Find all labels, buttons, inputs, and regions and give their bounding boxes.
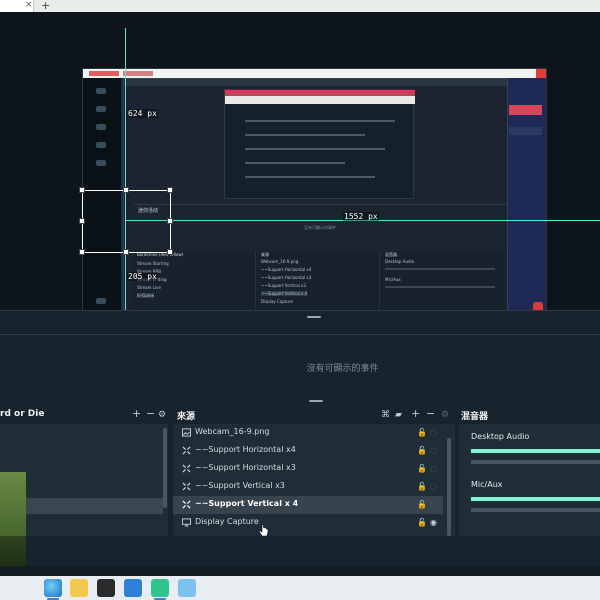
- events-dock: 沒有可顯示的事件: [0, 334, 600, 400]
- obs-studio-window: × + 迷你活动 没有可顯示的事件 Borderline (Red Yellow…: [0, 0, 600, 600]
- new-tab-icon[interactable]: +: [41, 0, 50, 11]
- captured-obs-window: 迷你活动 没有可顯示的事件 Borderline (Red Yellow) St…: [123, 78, 508, 318]
- source-settings-icon[interactable]: ⚙: [441, 409, 449, 421]
- preview-splitter[interactable]: [0, 310, 600, 334]
- scenes-list[interactable]: [0, 424, 168, 600]
- captured-sidebar: [83, 78, 121, 318]
- resize-handle-right[interactable]: [167, 218, 173, 224]
- distance-label-top: 624 px: [127, 109, 158, 118]
- captured-titlebar: [83, 69, 546, 78]
- captured-sources: 来源 Webcam_16-9.png ~~Support Horizontal …: [258, 251, 380, 317]
- eye-icon[interactable]: ◌: [430, 428, 437, 437]
- volume-slider[interactable]: [471, 460, 600, 464]
- store-icon[interactable]: [97, 579, 115, 597]
- distance-label-bottom: 205 px: [127, 272, 158, 281]
- sources-title: 來源: [177, 412, 196, 422]
- captured-close-icon: [536, 69, 546, 78]
- captured-obs-preview: [224, 89, 415, 199]
- add-group-icon[interactable]: ▰: [395, 409, 402, 421]
- scenes-scrollbar[interactable]: [163, 428, 167, 508]
- mixer-channels: Desktop Audio Mic/Aux: [459, 424, 600, 536]
- scenes-dock: rd or Die + − ⚙: [0, 406, 168, 600]
- resize-handle-top-right[interactable]: [167, 187, 173, 193]
- captured-docks: Borderline (Red Yellow) Stream Starting …: [134, 251, 507, 317]
- preview-canvas[interactable]: 迷你活动 没有可顯示的事件 Borderline (Red Yellow) St…: [82, 68, 547, 330]
- mixer-channel-label: Desktop Audio: [471, 432, 530, 441]
- volume-meter: [471, 449, 600, 453]
- volume-slider[interactable]: [471, 508, 600, 512]
- eye-icon[interactable]: ◌: [430, 446, 437, 455]
- eye-icon[interactable]: ◉: [430, 518, 437, 527]
- source-row[interactable]: ~~Support Horizontal x4 🔓 ◌: [173, 442, 443, 460]
- transform-icon: [182, 464, 191, 473]
- splitter-grip-icon[interactable]: [309, 400, 323, 402]
- eye-icon[interactable]: ◌: [430, 500, 437, 509]
- add-source-button[interactable]: +: [411, 408, 420, 420]
- splitter-grip-icon[interactable]: [307, 316, 321, 318]
- studio-preview[interactable]: 迷你活动 没有可顯示的事件 Borderline (Red Yellow) St…: [0, 28, 600, 330]
- controls-area: [0, 536, 600, 566]
- sources-list[interactable]: Webcam_16-9.png 🔓 ◌ ~~Support Horizontal…: [173, 424, 455, 537]
- scene-settings-icon[interactable]: ⚙: [158, 409, 166, 421]
- mixer-dock: 混音器 Desktop Audio Mic/Aux: [459, 406, 600, 536]
- scenes-title: rd or Die: [0, 409, 45, 419]
- transform-icon: [182, 482, 191, 491]
- distance-label-right: 1552 px: [343, 212, 379, 221]
- transform-icon: [182, 446, 191, 455]
- sources-scrollbar[interactable]: [447, 438, 451, 536]
- captured-main: 迷你活动 没有可顯示的事件 Borderline (Red Yellow) St…: [121, 78, 546, 318]
- resize-handle-bottom-left[interactable]: [79, 249, 85, 255]
- toolbar-band: [0, 12, 600, 28]
- source-filter-icon[interactable]: ⌘: [381, 409, 390, 421]
- resize-handle-bottom[interactable]: [123, 249, 129, 255]
- eye-icon[interactable]: ◌: [430, 464, 437, 473]
- resize-handle-bottom-right[interactable]: [167, 249, 173, 255]
- alignment-guide-vertical: [125, 28, 126, 310]
- source-row[interactable]: ~~Support Vertical x3 🔓 ◌: [173, 478, 443, 496]
- lock-icon[interactable]: 🔓: [417, 446, 427, 455]
- resize-handle-left[interactable]: [79, 218, 85, 224]
- monitor-icon: [182, 518, 191, 527]
- source-row[interactable]: Display Capture 🔓 ◉: [173, 514, 443, 532]
- volume-meter: [471, 497, 600, 501]
- lock-icon[interactable]: 🔓: [417, 464, 427, 473]
- lock-icon[interactable]: 🔓: [417, 428, 427, 437]
- source-row[interactable]: Webcam_16-9.png 🔓 ◌: [173, 424, 443, 442]
- status-bar: [0, 566, 600, 576]
- captured-mixer: 混音器 Desktop Audio Mic/Aux: [382, 251, 507, 317]
- streamlabs-icon[interactable]: [151, 579, 169, 597]
- eye-icon[interactable]: ◌: [430, 482, 437, 491]
- source-row-selected[interactable]: ~~Support Vertical x 4 🔓 ◌: [173, 496, 443, 514]
- add-scene-button[interactable]: +: [132, 408, 141, 420]
- mail-icon[interactable]: [124, 579, 142, 597]
- file-explorer-icon[interactable]: [70, 579, 88, 597]
- captured-events-dock: 迷你活动 没有可顯示的事件: [134, 204, 507, 249]
- mixer-channel-label: Mic/Aux: [471, 480, 503, 489]
- window-tab-strip: × +: [0, 0, 600, 12]
- events-empty-text: 沒有可顯示的事件: [306, 364, 379, 374]
- sources-dock: 來源 ⌘ ▰ + − ⚙ Webcam_16-9.png 🔓 ◌ ~~Suppo…: [173, 406, 455, 537]
- edge-icon[interactable]: [44, 579, 62, 597]
- remove-source-button[interactable]: −: [426, 408, 435, 420]
- resize-handle-top[interactable]: [123, 187, 129, 193]
- app-icon[interactable]: [178, 579, 196, 597]
- captured-scenes: Borderline (Red Yellow) Stream Starting …: [134, 251, 256, 317]
- lock-icon[interactable]: 🔓: [417, 500, 427, 509]
- transform-icon: [182, 500, 191, 509]
- close-tab-icon[interactable]: ×: [25, 0, 33, 11]
- lock-icon[interactable]: 🔓: [417, 482, 427, 491]
- os-taskbar: [0, 576, 600, 600]
- docks-row: rd or Die + − ⚙ 來源 ⌘ ▰ + − ⚙ Webcam_16-9…: [0, 406, 600, 600]
- remove-scene-button[interactable]: −: [146, 408, 155, 420]
- resize-handle-top-left[interactable]: [79, 187, 85, 193]
- lock-icon[interactable]: 🔓: [417, 518, 427, 527]
- mixer-title: 混音器: [461, 412, 489, 422]
- image-icon: [182, 428, 191, 437]
- source-row[interactable]: ~~Support Horizontal x3 🔓 ◌: [173, 460, 443, 478]
